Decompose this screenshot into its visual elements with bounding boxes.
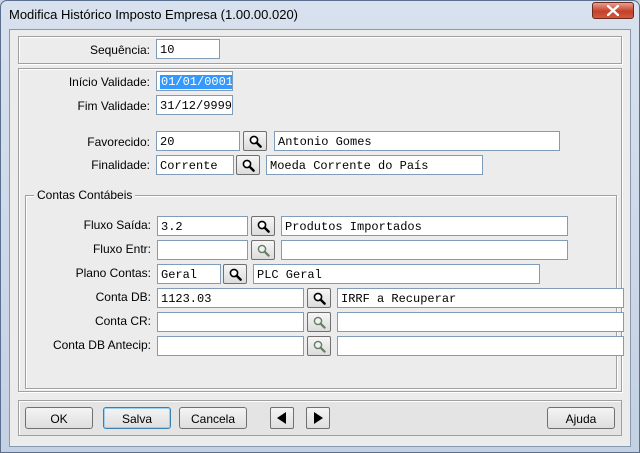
finalidade-input[interactable]: Corrente [156,155,234,175]
plano-contas-label: Plano Contas: [75,266,151,280]
cancela-button[interactable]: Cancela [179,407,247,429]
button-bar: OK Salva Cancela Ajuda [18,400,622,436]
magnifier-icon [229,268,242,281]
sequencia-input[interactable]: 10 [156,39,220,59]
salva-button[interactable]: Salva [103,407,171,429]
conta-cr-description [337,312,624,332]
finalidade-description: Moeda Corrente do País [266,155,483,175]
plano-contas-input[interactable]: Geral [157,264,221,284]
favorecido-description: Antonio Gomes [274,131,560,151]
ajuda-button[interactable]: Ajuda [547,407,615,429]
magnifier-icon [313,340,326,353]
plano-contas-search-button[interactable] [223,264,247,284]
previous-button[interactable] [270,407,294,429]
magnifier-icon [313,316,326,329]
conta-db-search-button[interactable] [307,288,331,308]
favorecido-input[interactable]: 20 [156,131,240,151]
next-button[interactable] [306,407,330,429]
fluxo-entr-description [281,240,568,260]
conta-db-input[interactable]: 1123.03 [157,288,304,308]
finalidade-search-button[interactable] [236,155,260,175]
fluxo-saida-label: Fluxo Saída: [83,218,151,232]
fluxo-saida-description: Produtos Importados [281,216,568,236]
conta-cr-search-button[interactable] [307,312,331,332]
inicio-validade-label: Início Validade: [68,75,150,89]
magnifier-icon [249,135,262,148]
magnifier-icon [313,292,326,305]
conta-db-antecip-search-button[interactable] [307,336,331,356]
sequencia-label: Sequência: [89,43,150,57]
sequence-panel: Sequência: 10 [18,36,622,64]
conta-cr-input[interactable] [157,312,304,332]
close-icon [607,5,619,16]
triangle-left-icon [277,412,286,424]
close-button[interactable] [592,2,634,19]
plano-contas-description: PLC Geral [253,264,540,284]
contas-contabeis-title: Contas Contábeis [34,188,136,202]
magnifier-icon [242,159,255,172]
window-title: Modifica Histórico Imposto Empresa (1.00… [9,7,299,22]
inicio-validade-input[interactable]: 01/01/0001 [156,71,233,91]
conta-db-antecip-description [337,336,624,356]
triangle-right-icon [314,412,323,424]
dialog-body: Sequência: 10 Início Validade: 01/01/000… [9,29,631,447]
magnifier-icon [257,244,270,257]
fim-validade-label: Fim Validade: [77,99,150,113]
conta-db-label: Conta DB: [95,290,151,304]
main-panel: Início Validade: 01/01/0001 Fim Validade… [18,68,624,392]
title-bar[interactable]: Modifica Histórico Imposto Empresa (1.00… [1,1,639,29]
finalidade-label: Finalidade: [91,158,150,172]
fluxo-entr-input[interactable] [157,240,248,260]
contas-contabeis-group: Contas Contábeis Fluxo Saída: 3.2 Produt… [25,188,624,389]
fluxo-saida-search-button[interactable] [251,216,275,236]
conta-db-antecip-input[interactable] [157,336,304,356]
fluxo-entr-label: Fluxo Entr: [92,242,151,256]
conta-cr-label: Conta CR: [94,314,151,328]
favorecido-label: Favorecido: [87,135,150,149]
favorecido-search-button[interactable] [243,131,267,151]
ok-button[interactable]: OK [25,407,93,429]
inicio-validade-value: 01/01/0001 [160,75,233,89]
fim-validade-input[interactable]: 31/12/9999 [156,95,233,115]
fluxo-saida-input[interactable]: 3.2 [157,216,248,236]
conta-db-description: IRRF a Recuperar [337,288,624,308]
conta-db-antecip-label: Conta DB Antecip: [52,338,151,352]
magnifier-icon [257,220,270,233]
fluxo-entr-search-button[interactable] [251,240,275,260]
dialog-window: Modifica Histórico Imposto Empresa (1.00… [0,0,640,453]
